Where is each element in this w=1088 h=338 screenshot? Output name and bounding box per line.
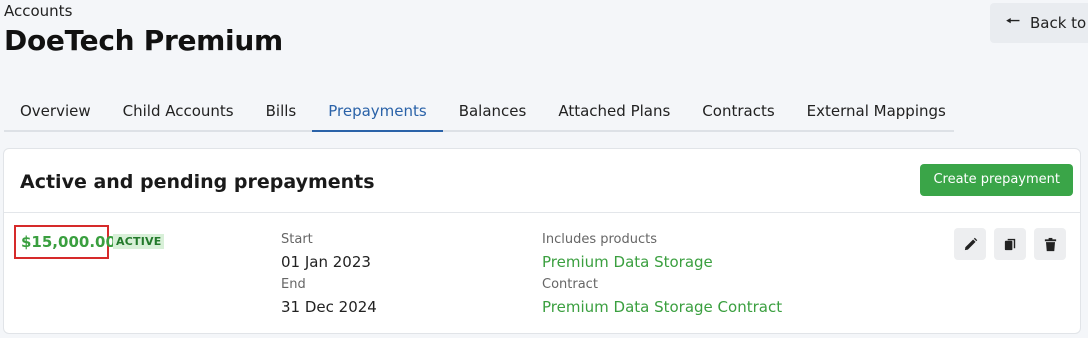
breadcrumb[interactable]: Accounts <box>4 2 72 20</box>
copy-icon <box>1004 238 1015 250</box>
back-button-label: Back to <box>1029 14 1087 32</box>
status-badge: ACTIVE <box>113 234 165 249</box>
prepayment-amount: $15,000.00 <box>21 233 116 251</box>
tab-bar: Overview Child Accounts Bills Prepayment… <box>4 92 954 132</box>
start-value: 01 Jan 2023 <box>281 253 371 271</box>
edit-button[interactable] <box>954 228 986 260</box>
tab-external-mappings[interactable]: External Mappings <box>791 92 962 132</box>
arrow-left-icon: 🠐 <box>1006 10 1020 30</box>
tab-bills[interactable]: Bills <box>250 92 313 132</box>
tab-prepayments[interactable]: Prepayments <box>312 92 443 132</box>
trash-icon <box>1044 237 1056 251</box>
pencil-icon <box>964 237 977 250</box>
tab-child-accounts[interactable]: Child Accounts <box>107 92 250 132</box>
tab-attached-plans[interactable]: Attached Plans <box>542 92 686 132</box>
contract-link[interactable]: Premium Data Storage Contract <box>542 298 782 316</box>
start-label: Start <box>281 232 313 247</box>
contract-label: Contract <box>542 277 598 292</box>
duplicate-button[interactable] <box>994 228 1026 260</box>
page-title: DoeTech Premium <box>4 24 283 57</box>
delete-button[interactable] <box>1034 228 1066 260</box>
back-button[interactable]: 🠐 Back to <box>990 3 1088 43</box>
products-label: Includes products <box>542 232 658 247</box>
end-value: 31 Dec 2024 <box>281 298 377 316</box>
tab-overview[interactable]: Overview <box>4 92 107 132</box>
create-prepayment-button[interactable]: Create prepayment <box>920 164 1073 196</box>
card-title: Active and pending prepayments <box>20 171 375 193</box>
tab-contracts[interactable]: Contracts <box>686 92 790 132</box>
prepayment-row: $15,000.00 ACTIVE Start 01 Jan 2023 End … <box>4 213 1080 333</box>
product-link[interactable]: Premium Data Storage <box>542 253 713 271</box>
end-label: End <box>281 277 306 292</box>
card-header: Active and pending prepayments Create pr… <box>4 149 1080 213</box>
prepayments-card: Active and pending prepayments Create pr… <box>3 148 1081 334</box>
tab-balances[interactable]: Balances <box>443 92 543 132</box>
amount-highlight: $15,000.00 <box>14 225 116 259</box>
